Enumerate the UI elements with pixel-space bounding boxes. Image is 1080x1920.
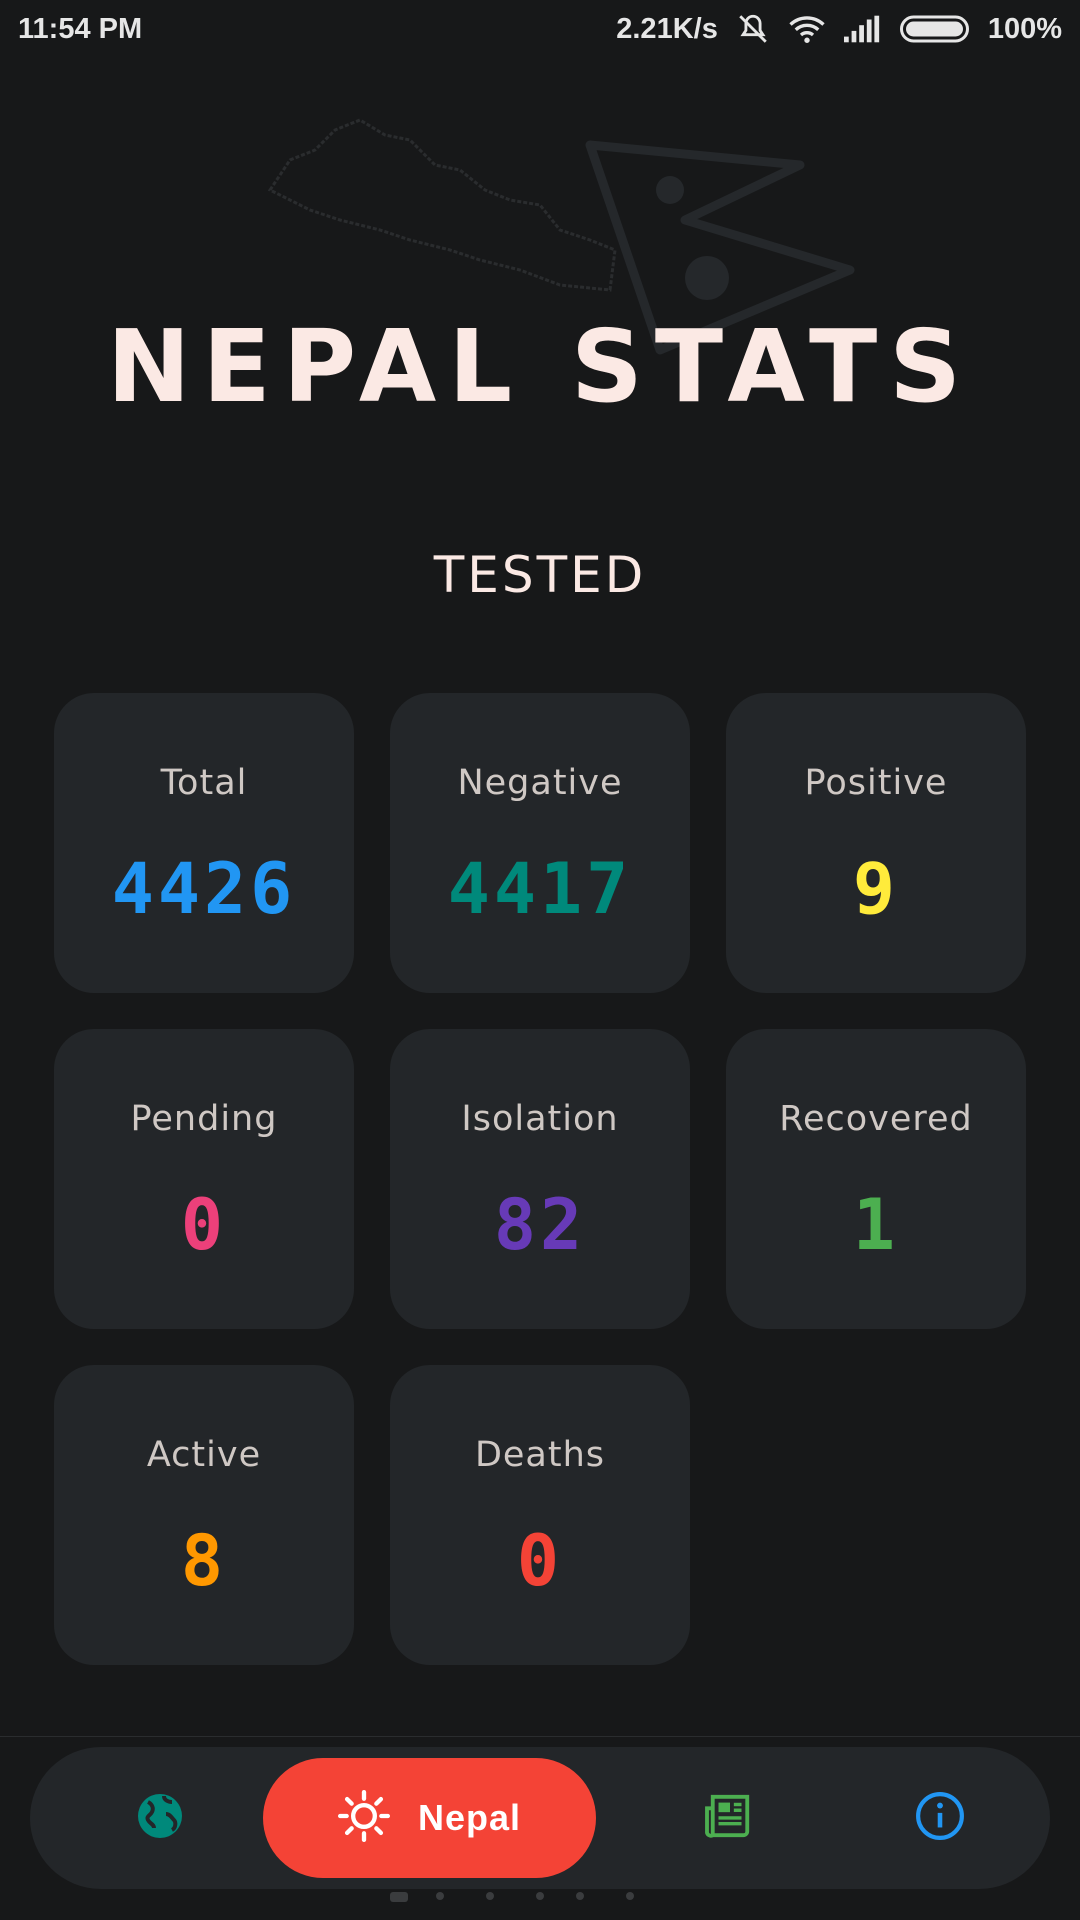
globe-icon (136, 1792, 184, 1844)
stat-value: 0 (180, 1184, 228, 1266)
stat-label: Total (160, 763, 248, 803)
signal-icon (843, 15, 882, 43)
stat-value: 4426 (111, 848, 297, 930)
stat-card-pending: Pending 0 (54, 1029, 354, 1329)
page-title: NEPAL STATS (106, 308, 974, 425)
stat-card-active: Active 8 (54, 1365, 354, 1665)
network-speed: 2.21K/s (616, 12, 718, 45)
section-heading: TESTED (433, 546, 647, 604)
info-icon (915, 1791, 965, 1845)
stat-label: Negative (457, 763, 623, 803)
nav-label-nepal: Nepal (417, 1797, 522, 1838)
bottom-nav: Nepal (30, 1747, 1050, 1889)
stat-card-positive: Positive 9 (726, 693, 1026, 993)
status-time: 11:54 PM (18, 13, 143, 45)
battery-percent: 100% (987, 12, 1062, 45)
stat-label: Active (146, 1435, 262, 1475)
stat-label: Recovered (779, 1099, 973, 1139)
nav-item-world[interactable] (70, 1747, 250, 1889)
stat-value: 82 (493, 1184, 587, 1266)
stat-card-negative: Negative 4417 (390, 693, 690, 993)
wifi-icon (788, 14, 826, 44)
newspaper-icon (705, 1793, 755, 1843)
sun-icon (337, 1790, 390, 1846)
stat-card-deaths: Deaths 0 (390, 1365, 690, 1665)
stat-value: 4417 (447, 848, 633, 930)
partially-hidden-footer (390, 1892, 634, 1902)
mute-icon (736, 12, 770, 46)
battery-icon (899, 14, 970, 44)
nav-item-nepal[interactable]: Nepal (263, 1758, 596, 1878)
app-screen: 11:54 PM 2.21K/s 100% NEPAL STATS TESTED (0, 0, 1080, 1920)
nav-item-info[interactable] (860, 1747, 1020, 1889)
status-icons: 2.21K/s 100% (616, 12, 1062, 46)
stat-card-recovered: Recovered 1 (726, 1029, 1026, 1329)
nav-divider (0, 1736, 1080, 1737)
stat-label: Deaths (474, 1435, 606, 1475)
stat-value: 9 (852, 848, 900, 930)
stat-label: Positive (804, 763, 948, 803)
stat-value: 1 (852, 1184, 900, 1266)
stat-value: 8 (180, 1520, 228, 1602)
stat-card-total: Total 4426 (54, 693, 354, 993)
status-bar: 11:54 PM 2.21K/s 100% (0, 0, 1080, 60)
stat-value: 0 (516, 1520, 564, 1602)
nav-item-news[interactable] (640, 1747, 820, 1889)
stat-card-isolation: Isolation 82 (390, 1029, 690, 1329)
stat-label: Pending (130, 1099, 278, 1139)
stat-label: Isolation (461, 1099, 619, 1139)
